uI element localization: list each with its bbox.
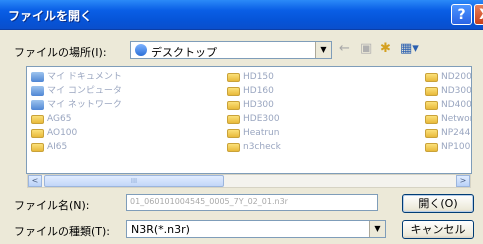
my-documents-icon	[31, 72, 44, 82]
folder-icon	[227, 142, 240, 152]
file-column-1: マイ ドキュメント マイ コンピュータ マイ ネットワーク AG65 AO100…	[31, 70, 122, 154]
list-item[interactable]: n3check	[227, 140, 281, 154]
file-list[interactable]: マイ ドキュメント マイ コンピュータ マイ ネットワーク AG65 AO100…	[26, 66, 472, 174]
help-button[interactable]: ?	[451, 4, 472, 25]
file-column-2: HD150 HD160 HD300 HDE300 Heatrun n3check	[227, 70, 281, 154]
folder-icon	[425, 100, 438, 110]
filename-value: 01_060101004545_0005_7Y_02_01.n3r	[130, 197, 288, 206]
folder-icon	[31, 114, 44, 124]
folder-icon	[31, 128, 44, 138]
folder-icon	[227, 86, 240, 96]
folder-icon	[227, 114, 240, 124]
scroll-thumb[interactable]: III	[44, 175, 224, 187]
chevron-down-icon[interactable]: ▼	[315, 42, 331, 58]
list-item[interactable]: マイ ドキュメント	[31, 70, 122, 84]
list-item[interactable]: ND200	[425, 70, 471, 84]
back-icon[interactable]: ←	[339, 42, 350, 56]
list-item[interactable]: HD160	[227, 84, 281, 98]
list-item[interactable]: マイ ネットワーク	[31, 98, 122, 112]
window-title: ファイルを開く	[8, 9, 93, 23]
folder-icon	[227, 100, 240, 110]
filename-label: ファイル名(N):	[14, 199, 90, 212]
folder-icon	[31, 142, 44, 152]
list-item[interactable]: ND400	[425, 98, 471, 112]
list-item[interactable]: NP100	[425, 140, 471, 154]
cancel-button[interactable]: キャンセル	[402, 220, 474, 239]
horizontal-scrollbar[interactable]: < III >	[27, 174, 471, 188]
filename-input[interactable]: 01_060101004545_0005_7Y_02_01.n3r	[126, 194, 378, 211]
list-item[interactable]: NP244	[425, 126, 471, 140]
list-item[interactable]: Heatrun	[227, 126, 281, 140]
my-computer-icon	[31, 86, 44, 96]
list-item[interactable]: AI65	[31, 140, 122, 154]
folder-icon	[227, 72, 240, 82]
open-button[interactable]: 開く(O)	[402, 194, 474, 213]
list-item[interactable]: HD150	[227, 70, 281, 84]
new-folder-icon[interactable]: ✱	[380, 42, 391, 56]
folder-icon	[425, 114, 438, 124]
view-menu-icon[interactable]: ▦▾	[400, 42, 419, 56]
folder-icon	[425, 86, 438, 96]
file-column-3: ND200 ND300 ND400 Networ NP244 NP100	[425, 70, 471, 154]
scroll-left-button[interactable]: <	[28, 175, 42, 187]
list-item[interactable]: AO100	[31, 126, 122, 140]
lookin-value: デスクトップ	[151, 46, 217, 59]
list-item[interactable]: ND300	[425, 84, 471, 98]
filetype-label: ファイルの種類(T):	[14, 225, 111, 238]
scroll-right-button[interactable]: >	[456, 175, 470, 187]
filetype-dropdown[interactable]: N3R(*.n3r) ▼	[126, 220, 386, 238]
list-item[interactable]: HD300	[227, 98, 281, 112]
title-bar: ファイルを開く ? X	[0, 0, 483, 30]
lookin-label: ファイルの場所(I):	[14, 46, 107, 59]
desktop-icon	[135, 44, 147, 56]
lookin-dropdown[interactable]: デスクトップ ▼	[130, 41, 332, 59]
my-network-icon	[31, 100, 44, 110]
list-item[interactable]: AG65	[31, 112, 122, 126]
list-item[interactable]: Networ	[425, 112, 471, 126]
folder-icon	[425, 72, 438, 82]
filetype-value: N3R(*.n3r)	[131, 223, 190, 236]
up-folder-icon[interactable]: ▣	[360, 42, 372, 56]
folder-icon	[425, 142, 438, 152]
folder-icon	[425, 128, 438, 138]
list-item[interactable]: マイ コンピュータ	[31, 84, 122, 98]
list-item[interactable]: HDE300	[227, 112, 281, 126]
close-button[interactable]: X	[474, 4, 483, 25]
folder-icon	[227, 128, 240, 138]
chevron-down-icon[interactable]: ▼	[369, 221, 385, 237]
